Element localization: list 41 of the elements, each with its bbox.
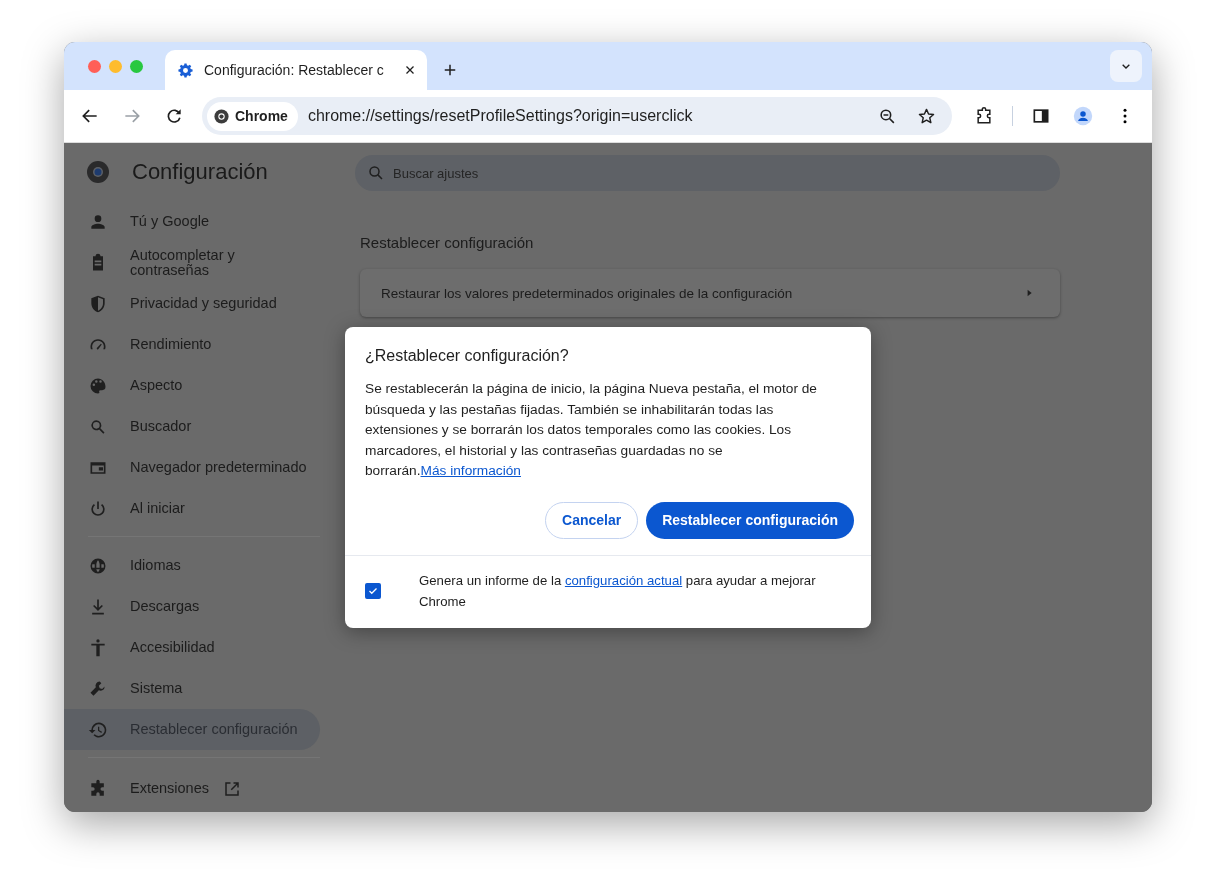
settings-icon [177, 61, 194, 79]
address-bar[interactable]: Chrome chrome://settings/resetProfileSettings?origin=userclick [202, 97, 952, 135]
side-panel-icon[interactable] [1031, 106, 1051, 126]
settings-title: Configuración [132, 159, 268, 185]
sidebar-item[interactable]: Aspecto [64, 365, 320, 406]
checkbox[interactable] [365, 582, 381, 599]
zoom-out-icon[interactable] [878, 106, 897, 126]
reset-button[interactable]: Restablecer configuración [646, 501, 854, 539]
search-icon [367, 164, 385, 182]
accessibility-icon [88, 637, 108, 658]
sidebar-item[interactable]: Extensiones [64, 768, 320, 809]
puzzle-icon[interactable] [974, 106, 994, 126]
settings-row[interactable]: Restaurar los valores predeterminados originales de la configuración [360, 269, 1060, 317]
dialog-title: ¿Restablecer configuración? [364, 346, 570, 365]
sidebar-item[interactable]: Buscador [64, 406, 320, 447]
sidebar-item[interactable]: Accesibilidad [64, 627, 320, 668]
learn-more-link[interactable]: Más información [420, 463, 521, 478]
cancel-button[interactable]: Cancelar [545, 501, 639, 539]
profile-avatar-icon[interactable] [1073, 106, 1093, 126]
browser-tab[interactable]: Configuración: Restablecer c [165, 50, 427, 90]
sidebar-item[interactable]: Privacidad y seguridad [64, 283, 320, 324]
sidebar-item[interactable]: Descargas [64, 586, 320, 627]
arrow-right-icon [1026, 288, 1034, 298]
sidebar-item[interactable]: Al iniciar [64, 488, 320, 529]
sidebar-item[interactable]: Autocompletar y contraseñas [64, 242, 320, 283]
shield-icon [88, 293, 108, 314]
section-heading: Restablecer configuración [360, 234, 535, 251]
dialog-message: Se restablecerán la página de inicio, la página Nueva pestaña, el motor de búsqueda y las pestañas fijadas. También se inhabilitarán todas las extensiones y se borrarán los datos temporales como las cookies. Los marcadores, el historial y las contraseñas guardadas no se borrarán.Más información [365, 380, 818, 480]
sidebar-item[interactable]: Rendimiento [64, 324, 320, 365]
chrome-logo-icon [213, 107, 230, 125]
sidebar-item[interactable]: Idiomas [64, 545, 320, 586]
sidebar-item[interactable]: Navegador predeterminado [64, 447, 320, 488]
sidebar-item[interactable]: Sistema [64, 668, 320, 709]
site-chip[interactable]: Chrome [207, 101, 298, 131]
chrome-logo-icon [86, 160, 110, 184]
bookmark-star-icon[interactable] [917, 106, 936, 126]
sidebar-item[interactable]: Tú y Google [64, 201, 320, 242]
url-text: chrome://settings/resetProfileSettings?origin=userclick [307, 107, 694, 125]
search-field[interactable]: Buscar ajustes [355, 155, 1060, 191]
report-checkbox-label: Genera un informe de la configuración actual para ayudar a mejorar Chrome [419, 571, 817, 611]
current-settings-link[interactable]: configuración actual [564, 572, 683, 588]
